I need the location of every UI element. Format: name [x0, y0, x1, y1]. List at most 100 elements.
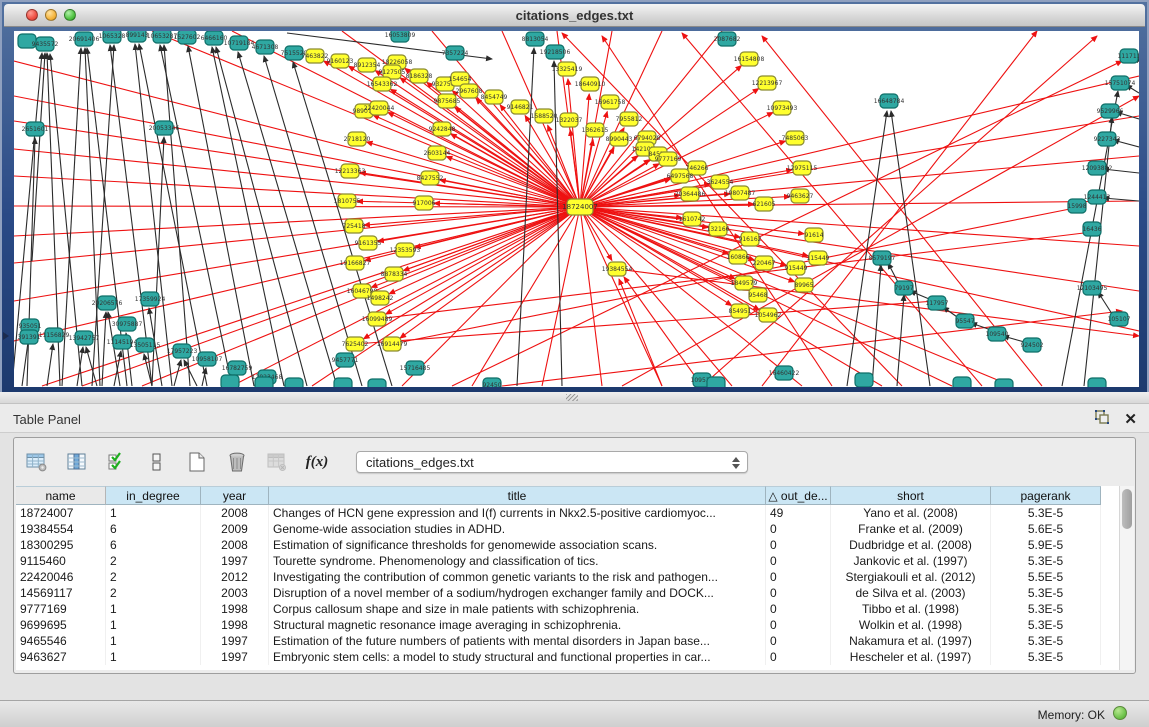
column-header-name[interactable]: name	[16, 486, 106, 505]
close-panel-icon[interactable]: ✕	[1124, 411, 1137, 429]
svg-text:9463627: 9463627	[787, 193, 814, 200]
cell-title: Changes of HCN gene expression and I(f) …	[269, 505, 766, 521]
cell-year: 1997	[201, 633, 269, 649]
delete-icon[interactable]	[224, 449, 250, 475]
cell-title: Genome-wide association studies in ADHD.	[269, 521, 766, 537]
svg-text:2651601: 2651601	[22, 126, 49, 133]
table-row[interactable]: 946362711997Embryonic stem cells: a mode…	[16, 649, 1101, 665]
svg-text:16460422: 16460422	[769, 370, 800, 377]
collapse-arrow-icon[interactable]	[3, 332, 9, 340]
table-options-icon[interactable]	[24, 449, 50, 475]
svg-text:1810755: 1810755	[334, 198, 361, 205]
scrollbar-thumb[interactable]	[1122, 489, 1132, 529]
column-header-out-de-[interactable]: △ out_de...	[766, 486, 831, 505]
column-header-pagerank[interactable]: pagerank	[991, 486, 1101, 505]
svg-text:9227343: 9227343	[1094, 136, 1121, 143]
column-header-in-degree[interactable]: in_degree	[106, 486, 201, 505]
select-all-icon[interactable]	[104, 449, 130, 475]
cell-name: 9465546	[16, 633, 106, 649]
cell-in-degree: 6	[106, 537, 201, 553]
table-body[interactable]: 1872400712008Changes of HCN gene express…	[16, 505, 1101, 665]
svg-text:16961758: 16961758	[595, 99, 626, 106]
column-header-year[interactable]: year	[201, 486, 269, 505]
cell-pagerank: 5.3E-5	[991, 633, 1101, 649]
svg-text:92450: 92450	[482, 382, 501, 387]
table-row[interactable]: 1938455462009Genome-wide association stu…	[16, 521, 1101, 537]
cell-in-degree: 2	[106, 585, 201, 601]
cell-year: 2008	[201, 537, 269, 553]
svg-text:915449: 915449	[785, 265, 808, 272]
svg-text:9777169: 9777169	[655, 156, 682, 163]
cell-short: Jankovic et al. (1997)	[831, 553, 991, 569]
cell-year: 2009	[201, 521, 269, 537]
svg-text:12353593: 12353593	[390, 247, 421, 254]
import-table-icon[interactable]	[264, 449, 290, 475]
cell-pagerank: 5.3E-5	[991, 617, 1101, 633]
table-row[interactable]: 2242004622012Investigating the contribut…	[16, 569, 1101, 585]
svg-text:2718120: 2718120	[344, 136, 371, 143]
new-column-icon[interactable]	[184, 449, 210, 475]
svg-text:12975115: 12975115	[787, 165, 818, 172]
svg-text:7463822: 7463822	[302, 53, 329, 60]
table-scrollbar[interactable]	[1119, 486, 1134, 670]
table-panel-header: Table Panel ✕	[0, 403, 1149, 433]
svg-text:17957223: 17957223	[167, 348, 198, 355]
svg-text:9242848: 9242848	[429, 126, 456, 133]
svg-text:154654: 154654	[449, 76, 472, 83]
svg-text:1849579: 1849579	[731, 280, 758, 287]
cell-pagerank: 5.3E-5	[991, 553, 1101, 569]
network-select-dropdown[interactable]: citations_edges.txt	[356, 451, 748, 473]
table-header-row[interactable]: namein_degreeyeartitle△ out_de...shortpa…	[16, 486, 1101, 505]
svg-text:16436: 16436	[1082, 226, 1101, 233]
show-columns-icon[interactable]	[64, 449, 90, 475]
table-row[interactable]: 969969511998Structural magnetic resonanc…	[16, 617, 1101, 633]
function-builder-icon[interactable]: f(x)	[304, 449, 330, 475]
memory-indicator-icon[interactable]	[1113, 706, 1127, 720]
divider-grip-icon[interactable]	[566, 394, 578, 401]
table-row[interactable]: 911546021997Tourette syndrome. Phenomeno…	[16, 553, 1101, 569]
cell-title: Corpus callosum shape and size in male p…	[269, 601, 766, 617]
table-row[interactable]: 946554611997Estimation of the future num…	[16, 633, 1101, 649]
table-row[interactable]: 1456911722003Disruption of a novel membe…	[16, 585, 1101, 601]
cell-in-degree: 1	[106, 505, 201, 521]
svg-text:2087682: 2087682	[714, 36, 741, 43]
svg-text:1610742: 1610742	[679, 216, 706, 223]
svg-text:12103495: 12103495	[1077, 285, 1108, 292]
network-canvas-area: 9435572206914061065328899143106532871527…	[14, 31, 1139, 387]
node-table[interactable]: namein_degreeyeartitle△ out_de...shortpa…	[16, 486, 1134, 670]
column-header-short[interactable]: short	[831, 486, 991, 505]
svg-text:89965: 89965	[794, 282, 813, 289]
table-row[interactable]: 1830029562008Estimation of significance …	[16, 537, 1101, 553]
cell-out-de-: 0	[766, 569, 831, 585]
svg-text:7357224: 7357224	[442, 50, 469, 57]
svg-text:19218506: 19218506	[540, 49, 571, 56]
table-row[interactable]: 1872400712008Changes of HCN gene express…	[16, 505, 1101, 521]
svg-text:935051: 935051	[19, 323, 42, 330]
svg-text:15716485: 15716485	[400, 365, 431, 372]
network-canvas[interactable]: 9435572206914061065328899143106532871527…	[14, 31, 1139, 387]
column-header-title[interactable]: title	[269, 486, 766, 505]
network-window-titlebar[interactable]: citations_edges.txt	[4, 4, 1145, 27]
svg-text:1588520: 1588520	[531, 113, 558, 120]
float-panel-icon[interactable]	[1094, 409, 1110, 430]
network-window: citations_edges.txt 94355722069140610653…	[0, 0, 1149, 392]
cell-title: Estimation of significance thresholds fo…	[269, 537, 766, 553]
dropdown-arrows-icon	[730, 453, 742, 473]
cell-short: Franke et al. (2009)	[831, 521, 991, 537]
rows-icon[interactable]	[144, 449, 170, 475]
cell-title: Estimation of the future numbers of pati…	[269, 633, 766, 649]
cell-pagerank: 5.6E-5	[991, 521, 1101, 537]
svg-text:391391: 391391	[18, 334, 41, 341]
svg-text:8454749: 8454749	[481, 94, 508, 101]
svg-text:117957: 117957	[926, 300, 949, 307]
svg-text:1498242: 1498242	[367, 295, 394, 302]
split-divider[interactable]	[0, 392, 1149, 403]
svg-text:91614: 91614	[804, 232, 823, 239]
svg-text:6497568: 6497568	[667, 173, 694, 180]
network-window-title: citations_edges.txt	[4, 8, 1145, 23]
svg-text:15751074: 15751074	[1105, 80, 1136, 87]
cell-year: 1998	[201, 601, 269, 617]
svg-text:16782759: 16782759	[222, 365, 253, 372]
cell-short: Wolkin et al. (1998)	[831, 617, 991, 633]
table-row[interactable]: 977716911998Corpus callosum shape and si…	[16, 601, 1101, 617]
